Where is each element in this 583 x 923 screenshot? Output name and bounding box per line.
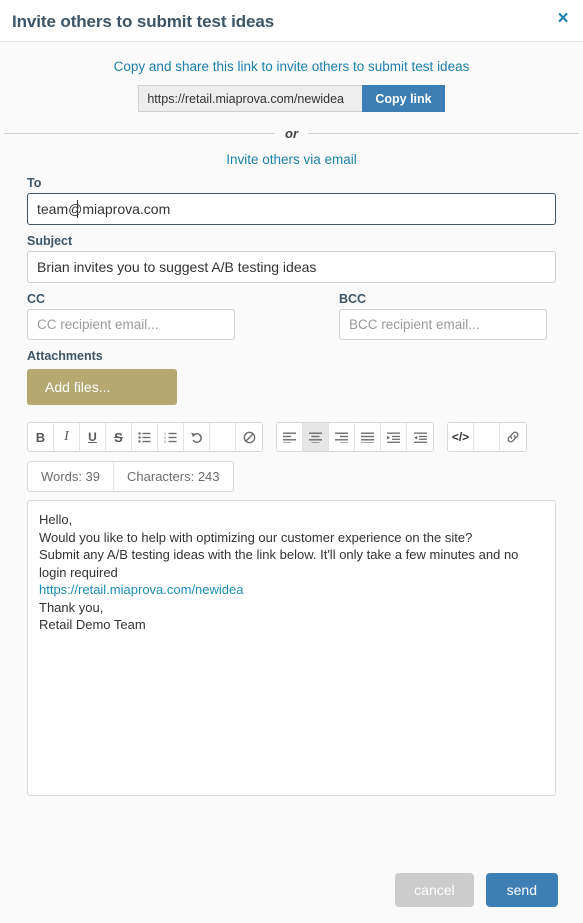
- message-line-3: Submit any A/B testing ideas with the li…: [39, 547, 523, 580]
- divider-label: or: [285, 126, 298, 141]
- subject-input[interactable]: [27, 251, 556, 283]
- message-link[interactable]: https://retail.miaprova.com/newidea: [39, 581, 544, 599]
- remove-format-icon[interactable]: [236, 423, 262, 451]
- word-count: Words: 39: [28, 462, 115, 491]
- text-caret: [77, 200, 78, 218]
- to-field-wrap: [27, 193, 556, 225]
- cc-input[interactable]: [27, 309, 235, 340]
- share-link-caption: Copy and share this link to invite other…: [113, 59, 470, 74]
- strikethrough-icon[interactable]: S: [106, 423, 132, 451]
- bcc-label: BCC: [339, 292, 367, 306]
- send-button[interactable]: send: [485, 873, 558, 907]
- share-link-section: Copy and share this link to invite other…: [0, 42, 583, 112]
- undo-icon[interactable]: [184, 423, 210, 451]
- modal-footer: cancel send: [0, 861, 583, 923]
- to-label: To: [27, 176, 42, 190]
- align-left-icon[interactable]: [277, 423, 303, 451]
- add-files-button[interactable]: Add files...: [27, 369, 177, 405]
- cc-label: CC: [27, 292, 46, 306]
- svg-text:3: 3: [164, 440, 166, 443]
- toolbar-group-format: B I U S 1 2 3: [27, 422, 263, 452]
- cancel-button[interactable]: cancel: [395, 873, 474, 907]
- close-icon[interactable]: ×: [554, 9, 572, 28]
- editor-toolbar: B I U S 1 2 3 </>: [27, 422, 556, 452]
- email-invite-caption: Invite others via email: [226, 152, 357, 167]
- to-input[interactable]: [27, 193, 556, 225]
- indent-icon[interactable]: [381, 423, 407, 451]
- underline-icon[interactable]: U: [80, 423, 106, 451]
- outdent-icon[interactable]: [407, 423, 433, 451]
- code-icon[interactable]: </>: [448, 423, 474, 451]
- numbered-list-icon[interactable]: 1 2 3: [158, 423, 184, 451]
- align-justify-icon[interactable]: [355, 423, 381, 451]
- email-form: To Subject CC BCC Attachments Add files.…: [0, 176, 583, 796]
- message-line-1: Hello,: [39, 512, 73, 527]
- modal-body: Copy and share this link to invite other…: [0, 42, 583, 861]
- link-icon[interactable]: [500, 423, 526, 451]
- bcc-input[interactable]: [339, 309, 547, 340]
- toolbar-spacer: [474, 423, 500, 451]
- copy-link-button[interactable]: Copy link: [362, 85, 445, 112]
- page-title: Invite others to submit test ideas: [12, 12, 275, 31]
- bold-icon[interactable]: B: [28, 423, 54, 451]
- modal-header: Invite others to submit test ideas ×: [0, 0, 583, 42]
- align-right-icon[interactable]: [329, 423, 355, 451]
- bullet-list-icon[interactable]: [132, 423, 158, 451]
- divider-rule-right: [308, 133, 579, 134]
- message-line-5: Thank you,: [39, 599, 104, 615]
- editor-counters: Words: 39 Characters: 243: [27, 461, 234, 492]
- message-line-6: Retail Demo Team: [39, 617, 146, 632]
- align-center-icon[interactable]: [303, 423, 329, 451]
- share-link-input[interactable]: [138, 85, 363, 112]
- cc-column: CC: [27, 283, 235, 340]
- divider-rule-left: [4, 133, 275, 134]
- share-link-row: Copy link: [0, 85, 583, 112]
- toolbar-group-insert: </>: [447, 422, 527, 452]
- toolbar-spacer: [210, 423, 236, 451]
- cc-bcc-row: CC BCC: [27, 283, 556, 340]
- toolbar-group-align: [276, 422, 434, 452]
- italic-icon[interactable]: I: [54, 423, 80, 451]
- attachments-label: Attachments: [27, 349, 103, 363]
- character-count: Characters: 243: [127, 469, 220, 484]
- message-body-editor[interactable]: Hello, Would you like to help with optim…: [27, 500, 556, 796]
- bcc-column: BCC: [339, 283, 547, 340]
- invite-modal: Invite others to submit test ideas × Cop…: [0, 0, 583, 923]
- message-line-2: Would you like to help with optimizing o…: [39, 529, 473, 545]
- or-divider: or: [4, 126, 579, 141]
- subject-label: Subject: [27, 234, 73, 248]
